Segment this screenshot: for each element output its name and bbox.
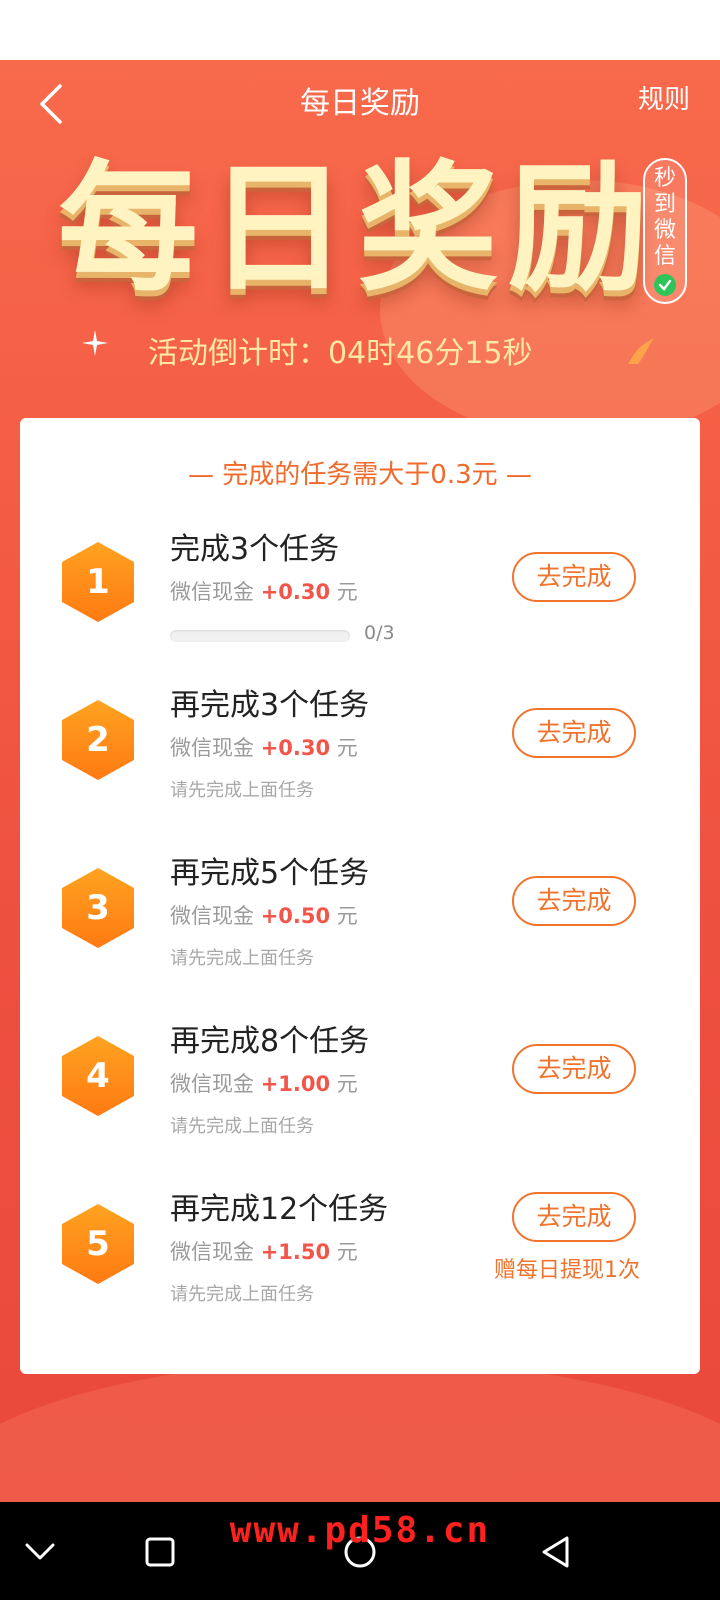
hexagon-badge: 1 xyxy=(62,542,134,622)
task-reward: 微信现金 +0.30 元 xyxy=(170,732,358,762)
hexagon-badge: 5 xyxy=(62,1204,134,1284)
recents-button[interactable] xyxy=(132,1524,188,1580)
task-hint: 请先完成上面任务 xyxy=(170,1116,314,1137)
task-title: 完成3个任务 xyxy=(170,532,340,567)
reward-label: 微信现金 xyxy=(170,904,261,928)
chevron-left-icon xyxy=(40,84,62,124)
go-complete-button[interactable]: 去完成 xyxy=(512,1192,636,1242)
reward-amount: +1.50 xyxy=(260,1240,331,1264)
task-row: 5 再完成12个任务 微信现金 +1.50 元 请先完成上面任务 去完成 赠每日… xyxy=(20,1184,700,1334)
hexagon-badge: 3 xyxy=(62,868,134,948)
reward-amount: +1.00 xyxy=(260,1072,331,1096)
check-icon xyxy=(654,274,676,296)
system-back-button[interactable] xyxy=(528,1524,584,1580)
hero-title-char: 日 xyxy=(207,148,348,311)
hero-title-char: 励 xyxy=(507,148,648,311)
reward-unit: 元 xyxy=(330,1072,358,1096)
square-icon xyxy=(145,1537,175,1567)
reward-label: 微信现金 xyxy=(170,580,261,604)
instant-wechat-badge: 秒到微信 xyxy=(643,158,687,304)
hero-title-char: 每 xyxy=(58,148,199,311)
nav-bar: 每日奖励 规则 xyxy=(0,60,720,148)
rules-link[interactable]: 规则 xyxy=(638,60,690,148)
task-number: 4 xyxy=(86,1056,110,1096)
go-complete-button[interactable]: 去完成 xyxy=(512,876,636,926)
countdown-timer: 活动倒计时：04时46分15秒 xyxy=(148,336,533,371)
task-number: 1 xyxy=(86,562,110,602)
task-title: 再完成8个任务 xyxy=(170,1024,370,1059)
task-title: 再完成12个任务 xyxy=(170,1192,389,1227)
reward-unit: 元 xyxy=(330,736,358,760)
background-wave xyxy=(0,1360,720,1502)
reward-unit: 元 xyxy=(330,904,358,928)
triangle-back-icon xyxy=(542,1536,569,1568)
task-row: 3 再完成5个任务 微信现金 +0.50 元 请先完成上面任务 去完成 xyxy=(20,848,700,998)
reward-label: 微信现金 xyxy=(170,736,261,760)
go-complete-button[interactable]: 去完成 xyxy=(512,1044,636,1094)
reward-amount: +0.30 xyxy=(260,580,331,604)
card-header: — 完成的任务需大于0.3元 — xyxy=(188,460,532,490)
page-title: 每日奖励 xyxy=(300,86,420,121)
sparkle-icon xyxy=(82,330,108,356)
task-hint: 请先完成上面任务 xyxy=(170,1284,314,1305)
task-title: 再完成5个任务 xyxy=(170,856,370,891)
task-card: — 完成的任务需大于0.3元 — 1 完成3个任务 微信现金 +0.30 元 0… xyxy=(20,418,700,1374)
home-button[interactable] xyxy=(332,1524,388,1580)
task-number: 3 xyxy=(86,888,110,928)
task-hint: 请先完成上面任务 xyxy=(170,780,314,801)
task-reward: 微信现金 +1.50 元 xyxy=(170,1236,358,1266)
task-reward: 微信现金 +0.50 元 xyxy=(170,900,358,930)
status-bar xyxy=(0,0,720,60)
task-reward: 微信现金 +1.00 元 xyxy=(170,1068,358,1098)
task-title: 再完成3个任务 xyxy=(170,688,370,723)
task-hint: 请先完成上面任务 xyxy=(170,948,314,969)
reward-label: 微信现金 xyxy=(170,1240,261,1264)
bonus-note: 赠每日提现1次 xyxy=(494,1258,640,1283)
reward-unit: 元 xyxy=(330,1240,358,1264)
task-row: 1 完成3个任务 微信现金 +0.30 元 0/3 去完成 xyxy=(20,524,700,674)
go-complete-button[interactable]: 去完成 xyxy=(512,708,636,758)
circle-icon xyxy=(344,1536,376,1568)
hexagon-badge: 2 xyxy=(62,700,134,780)
task-reward: 微信现金 +0.30 元 xyxy=(170,576,358,606)
task-row: 2 再完成3个任务 微信现金 +0.30 元 请先完成上面任务 去完成 xyxy=(20,680,700,830)
task-number: 5 xyxy=(86,1224,110,1264)
progress-bar xyxy=(170,630,350,642)
back-button[interactable] xyxy=(22,74,78,134)
collapse-button[interactable] xyxy=(12,1524,68,1580)
task-number: 2 xyxy=(86,720,110,760)
reward-amount: +0.50 xyxy=(260,904,331,928)
system-nav-bar xyxy=(0,1502,720,1600)
hero-title-char: 奖 xyxy=(357,148,498,311)
reward-label: 微信现金 xyxy=(170,1072,261,1096)
reward-unit: 元 xyxy=(330,580,358,604)
task-row: 4 再完成8个任务 微信现金 +1.00 元 请先完成上面任务 去完成 xyxy=(20,1016,700,1166)
badge-text: 秒到微信 xyxy=(653,166,676,269)
flame-icon xyxy=(628,338,654,364)
progress-text: 0/3 xyxy=(364,622,395,644)
hexagon-badge: 4 xyxy=(62,1036,134,1116)
chevron-down-icon xyxy=(25,1543,55,1560)
reward-amount: +0.30 xyxy=(260,736,331,760)
hero-title: 每 日 奖 励 xyxy=(58,150,648,310)
go-complete-button[interactable]: 去完成 xyxy=(512,552,636,602)
